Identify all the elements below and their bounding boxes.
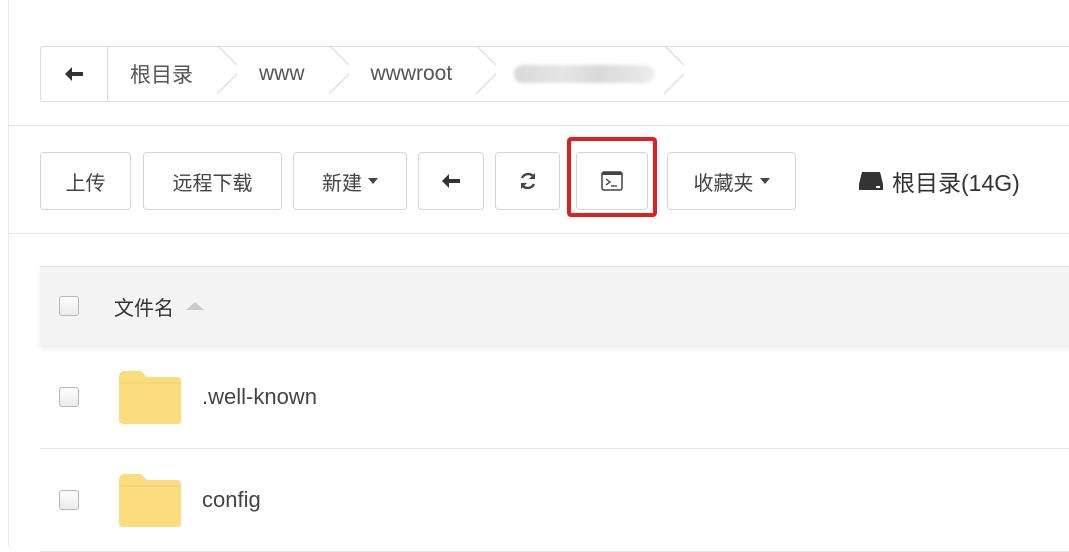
breadcrumb-item-label: www — [259, 62, 305, 85]
select-all-checkbox[interactable] — [59, 296, 79, 316]
refresh-button[interactable] — [495, 152, 560, 210]
terminal-icon — [601, 171, 623, 191]
column-header-label: 文件名 — [114, 297, 174, 320]
caret-down-icon — [368, 178, 378, 184]
table-row[interactable]: .well-known — [40, 346, 1069, 449]
file-table-header: 文件名 — [40, 266, 1069, 345]
breadcrumb: 根目录 www wwwroot — [40, 46, 1069, 102]
left-border — [8, 0, 9, 547]
row-checkbox[interactable] — [59, 387, 79, 407]
remote-download-button-label: 远程下载 — [172, 172, 253, 195]
file-name[interactable]: .well-known — [202, 384, 317, 410]
new-button-label: 新建 — [322, 172, 362, 195]
column-header-filename[interactable]: 文件名 — [114, 292, 204, 321]
disk-indicator[interactable]: 根目录(14G) — [858, 164, 1020, 198]
breadcrumb-separator — [664, 47, 684, 101]
breadcrumb-item-blurred[interactable] — [496, 47, 664, 101]
back-button[interactable] — [418, 152, 484, 210]
terminal-button[interactable] — [576, 152, 648, 210]
table-row[interactable]: config — [40, 449, 1069, 552]
divider — [8, 125, 1069, 126]
divider — [8, 233, 1069, 234]
folder-icon — [119, 474, 181, 527]
sort-ascending-icon — [186, 302, 204, 310]
hard-drive-icon — [859, 172, 883, 190]
favorites-dropdown-button[interactable]: 收藏夹 — [667, 152, 796, 210]
file-name[interactable]: config — [202, 487, 261, 513]
breadcrumb-separator — [217, 47, 237, 101]
disk-label: 根目录(14G) — [892, 170, 1020, 196]
caret-down-icon — [759, 178, 770, 184]
new-dropdown-button[interactable]: 新建 — [293, 152, 407, 210]
row-checkbox[interactable] — [59, 490, 79, 510]
favorites-button-label: 收藏夹 — [693, 172, 754, 195]
breadcrumb-item-root[interactable]: 根目录 — [108, 47, 217, 101]
arrow-left-icon — [442, 174, 460, 188]
breadcrumb-separator — [476, 47, 496, 101]
folder-icon — [119, 371, 181, 424]
arrow-left-icon — [65, 67, 83, 81]
breadcrumb-back-button[interactable] — [41, 47, 108, 101]
refresh-icon — [520, 172, 535, 190]
upload-button[interactable]: 上传 — [40, 152, 131, 210]
breadcrumb-item-label: wwwroot — [370, 62, 453, 85]
breadcrumb-item-www[interactable]: www — [237, 47, 329, 101]
breadcrumb-item-label: 根目录 — [130, 64, 193, 87]
blurred-text — [514, 65, 655, 83]
breadcrumb-separator — [329, 47, 349, 101]
upload-button-label: 上传 — [65, 172, 106, 195]
breadcrumb-item-wwwroot[interactable]: wwwroot — [349, 47, 477, 101]
remote-download-button[interactable]: 远程下载 — [143, 152, 282, 210]
